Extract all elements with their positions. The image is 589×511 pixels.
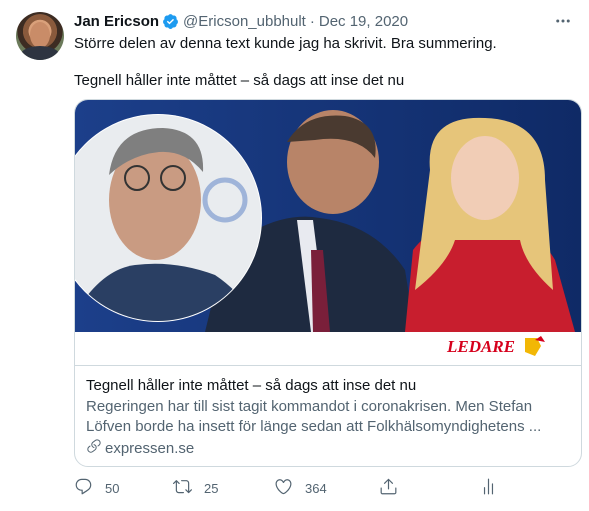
reply-icon: [74, 477, 93, 499]
link-card-description: Regeringen har till sist tagit kommandot…: [86, 398, 542, 435]
link-icon: [86, 438, 105, 460]
like-button[interactable]: 364: [274, 477, 327, 499]
author-name[interactable]: Jan Ericson: [74, 13, 159, 30]
share-button[interactable]: [379, 477, 398, 499]
ledare-badge: LEDARE: [446, 337, 515, 356]
retweet-count: 25: [204, 480, 219, 496]
link-card-title: Tegnell håller inte måttet – så dags att…: [86, 377, 417, 394]
tweet-date[interactable]: Dec 19, 2020: [319, 13, 408, 30]
link-card[interactable]: LEDARE Tegnell håller inte måttet – så d…: [74, 99, 582, 467]
verified-badge-icon: [162, 13, 179, 30]
reply-button[interactable]: 50: [74, 477, 119, 499]
author-avatar[interactable]: [16, 12, 64, 60]
link-card-domain-text: expressen.se: [105, 440, 195, 457]
tweet-text-line-2: Tegnell håller inte måttet – så dags att…: [74, 72, 405, 89]
more-icon[interactable]: [553, 11, 573, 31]
tweet-actions: 50 25 364: [74, 477, 514, 499]
link-card-info[interactable]: Tegnell håller inte måttet – så dags att…: [75, 365, 581, 466]
reply-count: 50: [105, 480, 120, 496]
analytics-button[interactable]: [479, 477, 498, 499]
author-handle[interactable]: @Ericson_ubbhult: [183, 13, 306, 30]
like-count: 364: [305, 480, 327, 496]
like-icon: [274, 477, 293, 499]
header-separator: ·: [309, 12, 315, 30]
analytics-icon: [479, 477, 498, 499]
retweet-icon: [173, 477, 192, 499]
retweet-button[interactable]: 25: [173, 477, 218, 499]
tweet-header: Jan Ericson @Ericson_ubbhult · Dec 19, 2…: [74, 11, 573, 31]
link-card-domain: expressen.se: [86, 438, 572, 460]
tweet-text-line-1: Större delen av denna text kunde jag ha …: [74, 35, 497, 52]
share-icon: [379, 477, 398, 499]
link-card-image[interactable]: LEDARE: [75, 100, 581, 364]
